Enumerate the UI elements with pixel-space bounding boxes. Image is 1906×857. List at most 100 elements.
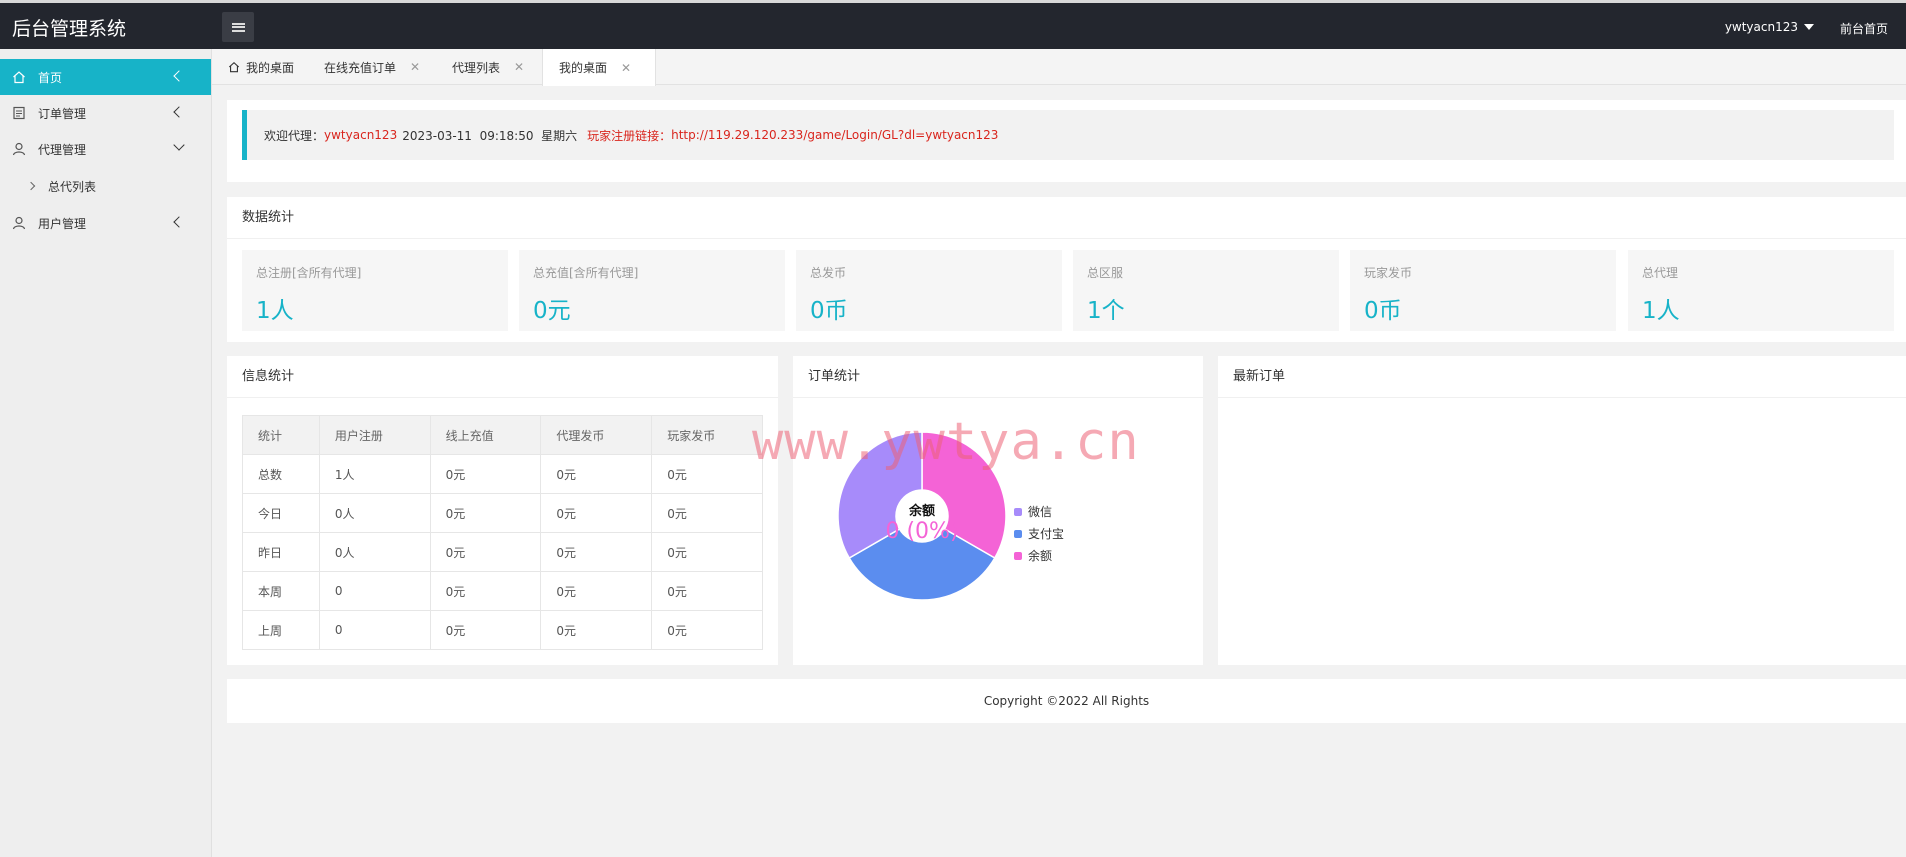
stat-value: 0币 <box>1364 298 1402 324</box>
header: 后台管理系统 ywtyacn123 前台首页 <box>0 3 1906 49</box>
register-link[interactable]: http://119.29.120.233/game/Login/GL?dl=y… <box>671 128 998 142</box>
table-cell: 0元 <box>651 493 763 533</box>
tab-desktop-home[interactable]: 我的桌面 <box>212 49 294 85</box>
front-home-link[interactable]: 前台首页 <box>1840 20 1888 37</box>
legend-label: 微信 <box>1028 505 1053 519</box>
stat-label: 总区服 <box>1087 266 1124 280</box>
stat-box-total-agents: 总代理 1人 <box>1628 250 1894 331</box>
table-cell: 今日 <box>242 493 320 533</box>
stat-box-total-recharge: 总充值[含所有代理] 0元 <box>519 250 785 331</box>
legend-label: 支付宝 <box>1028 527 1065 541</box>
table-cell: 本周 <box>242 571 320 611</box>
table-cell: 0元 <box>651 532 763 572</box>
chevron-left-icon <box>173 70 185 82</box>
table-row: 本周 0 0元 0元 0元 <box>242 571 763 611</box>
legend-label: 余额 <box>1028 549 1053 563</box>
watermark: www.ywtya.cn <box>752 412 1140 472</box>
table-cell: 0元 <box>540 532 653 572</box>
close-icon[interactable]: ✕ <box>621 61 631 75</box>
table-cell: 1人 <box>318 454 431 494</box>
stat-box-total-coins: 总发币 0币 <box>796 250 1062 331</box>
stat-value: 0元 <box>533 298 571 324</box>
table-cell: 0元 <box>429 571 542 611</box>
info-stats-table: 统计 用户注册 线上充值 代理发币 玩家发币 总数 1人 0元 0元 0元 今日… <box>242 415 763 650</box>
column-header: 线上充值 <box>429 415 542 455</box>
app-logo: 后台管理系统 <box>12 18 127 40</box>
footer-copyright: Copyright ©2022 All Rights <box>227 679 1906 723</box>
stat-label: 总注册[含所有代理] <box>256 266 362 280</box>
tab-label: 在线充值订单 <box>324 60 397 75</box>
tab-label: 我的桌面 <box>246 60 295 75</box>
pie-center-label: 余额 <box>908 504 935 519</box>
column-header: 统计 <box>242 415 320 455</box>
table-cell: 0元 <box>540 454 653 494</box>
stat-box-total-servers: 总区服 1个 <box>1073 250 1339 331</box>
username: ywtyacn123 <box>1724 20 1798 34</box>
sidebar-item-label: 首页 <box>38 70 63 85</box>
table-cell: 0元 <box>540 571 653 611</box>
sidebar-item-agents[interactable]: 代理管理 <box>0 131 211 167</box>
table-cell: 0元 <box>651 610 763 650</box>
table-cell: 0元 <box>429 532 542 572</box>
chevron-down-icon <box>173 139 185 151</box>
sidebar-item-orders[interactable]: 订单管理 <box>0 95 211 131</box>
table-cell: 上周 <box>242 610 320 650</box>
sidebar-item-home[interactable]: 首页 <box>0 59 211 95</box>
table-header-row: 统计 用户注册 线上充值 代理发币 玩家发币 <box>242 415 763 455</box>
table-cell: 0元 <box>540 493 653 533</box>
column-header: 代理发币 <box>540 415 653 455</box>
table-cell: 0元 <box>651 571 763 611</box>
stat-box-total-registered: 总注册[含所有代理] 1人 <box>242 250 508 331</box>
close-icon[interactable]: ✕ <box>410 60 420 74</box>
table-cell: 0 <box>318 571 431 611</box>
table-cell: 0元 <box>429 610 542 650</box>
tab-desktop[interactable]: 我的桌面 ✕ <box>542 49 656 86</box>
sidebar-subitem-agent-list[interactable]: 总代列表 <box>0 167 211 205</box>
close-icon[interactable]: ✕ <box>514 60 524 74</box>
user-icon <box>12 142 26 156</box>
tab-label: 代理列表 <box>452 60 501 75</box>
table-cell: 总数 <box>242 454 320 494</box>
column-header: 用户注册 <box>318 415 431 455</box>
card-title: 信息统计 <box>227 356 778 398</box>
chevron-left-icon <box>173 106 185 118</box>
table-cell: 0元 <box>429 454 542 494</box>
welcome-banner: 欢迎代理： ywtyacn123 2023-03-11 09:18:50 星期六… <box>242 110 1894 160</box>
stat-label: 总代理 <box>1642 266 1679 280</box>
stat-label: 玩家发币 <box>1364 266 1413 280</box>
legend-item[interactable]: 支付宝 <box>1014 525 1064 542</box>
sidebar-item-users[interactable]: 用户管理 <box>0 205 211 241</box>
user-menu[interactable]: ywtyacn123 <box>1725 20 1814 34</box>
table-row: 总数 1人 0元 0元 0元 <box>242 454 763 494</box>
document-icon <box>13 106 25 120</box>
sidebar-item-label: 用户管理 <box>38 216 87 231</box>
stat-value: 0币 <box>810 298 848 324</box>
menu-toggle-button[interactable] <box>222 12 254 42</box>
table-cell: 0 <box>318 610 431 650</box>
tab-online-recharge[interactable]: 在线充值订单 ✕ <box>308 49 420 85</box>
stat-box-player-coins: 玩家发币 0币 <box>1350 250 1616 331</box>
table-row: 昨日 0人 0元 0元 0元 <box>242 532 763 572</box>
legend-item[interactable]: 余额 <box>1014 547 1052 564</box>
card-title: 数据统计 <box>227 197 1906 239</box>
legend-color-swatch <box>1014 507 1022 516</box>
stat-label: 总充值[含所有代理] <box>533 266 639 280</box>
table-cell: 0人 <box>318 532 431 572</box>
legend-color-swatch <box>1014 551 1022 560</box>
stat-value: 1人 <box>1642 298 1680 324</box>
legend-color-swatch <box>1014 529 1022 538</box>
table-cell: 0元 <box>540 610 653 650</box>
tab-agent-list[interactable]: 代理列表 ✕ <box>436 49 524 85</box>
table-cell: 0元 <box>651 454 763 494</box>
column-header: 玩家发币 <box>651 415 763 455</box>
caret-down-icon <box>1804 24 1814 30</box>
legend-item[interactable]: 微信 <box>1014 503 1052 520</box>
home-icon <box>13 71 25 84</box>
chevron-left-icon <box>173 216 185 228</box>
stat-value: 1人 <box>256 298 294 324</box>
latest-orders-card: 最新订单 <box>1218 356 1906 665</box>
welcome-prefix: 欢迎代理： <box>264 128 325 143</box>
table-cell: 昨日 <box>242 532 320 572</box>
stat-label: 总发币 <box>810 266 847 280</box>
user-icon <box>12 216 26 230</box>
